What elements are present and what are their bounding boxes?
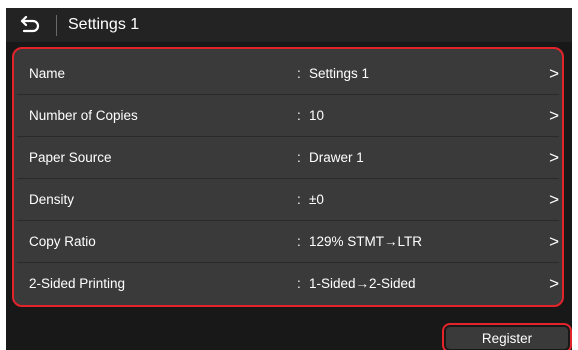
chevron-right-icon: > — [549, 106, 559, 125]
setting-label: Name — [29, 66, 66, 81]
setting-row-number-of-copies[interactable]: Number of Copies : 10 > — [17, 95, 559, 137]
header-bar: Settings 1 — [6, 8, 572, 42]
chevron-right-icon: > — [549, 232, 559, 251]
chevron-right-icon: > — [549, 274, 559, 293]
setting-colon: : — [297, 276, 301, 291]
setting-value: Drawer 1 — [309, 150, 364, 165]
register-button[interactable]: Register — [442, 323, 572, 350]
setting-colon: : — [297, 192, 301, 207]
return-arrow-icon — [20, 16, 40, 33]
setting-label: Number of Copies — [29, 108, 138, 123]
setting-row-density[interactable]: Density : ±0 > — [17, 179, 559, 221]
back-button[interactable] — [6, 8, 54, 42]
settings-screen: Settings 1 Name : Settings 1 > Number of… — [6, 8, 572, 350]
setting-colon: : — [297, 108, 301, 123]
setting-colon: : — [297, 150, 301, 165]
setting-row-name[interactable]: Name : Settings 1 > — [17, 53, 559, 95]
setting-label: 2-Sided Printing — [29, 276, 126, 291]
setting-label: Density — [29, 192, 75, 207]
setting-row-paper-source[interactable]: Paper Source : Drawer 1 > — [17, 137, 559, 179]
setting-colon: : — [297, 234, 301, 249]
setting-row-2-sided-printing[interactable]: 2-Sided Printing : 1-Sided→2-Sided > — [17, 263, 559, 304]
settings-list: Name : Settings 1 > Number of Copies : 1… — [12, 47, 564, 307]
header-divider — [56, 15, 57, 36]
setting-label: Copy Ratio — [29, 234, 96, 249]
setting-row-copy-ratio[interactable]: Copy Ratio : 129% STMT→LTR > — [17, 221, 559, 263]
setting-value: 1-Sided→2-Sided — [309, 276, 416, 291]
page-title: Settings 1 — [68, 16, 140, 33]
setting-value: 10 — [309, 108, 325, 123]
setting-value: Settings 1 — [309, 66, 370, 81]
chevron-right-icon: > — [549, 148, 559, 167]
chevron-right-icon: > — [549, 190, 559, 209]
setting-value: 129% STMT→LTR — [309, 234, 423, 249]
setting-label: Paper Source — [29, 150, 112, 165]
register-button-label: Register — [446, 327, 568, 349]
setting-value: ±0 — [309, 192, 324, 207]
setting-colon: : — [297, 66, 301, 81]
chevron-right-icon: > — [549, 64, 559, 83]
